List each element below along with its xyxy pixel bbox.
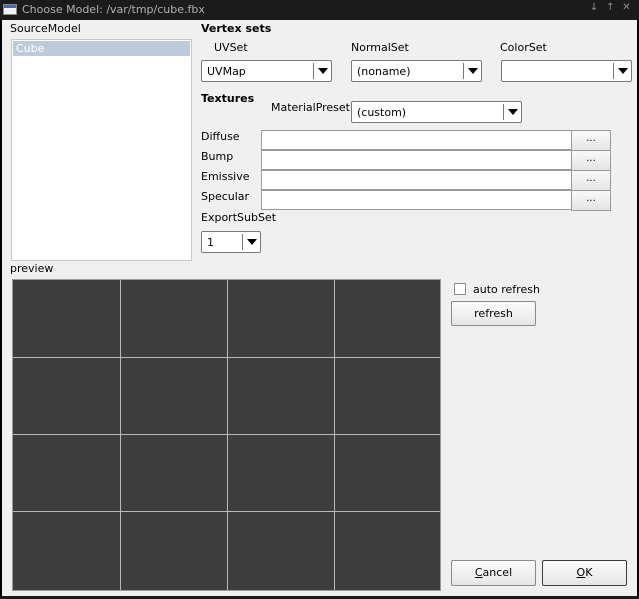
- preview-label: preview: [10, 262, 54, 275]
- list-item-cube[interactable]: Cube: [13, 41, 190, 56]
- maximize-icon[interactable]: ↑: [604, 2, 617, 13]
- chevron-down-icon[interactable]: [313, 63, 331, 79]
- dialog-body: SourceModel Cube Vertex sets UVSet UVMap…: [2, 20, 637, 596]
- vertex-sets-heading: Vertex sets: [201, 22, 272, 35]
- material-preset-value: (custom): [357, 106, 407, 119]
- diffuse-path-input[interactable]: [261, 130, 572, 150]
- auto-refresh-checkbox[interactable]: [454, 283, 466, 295]
- window-title: Choose Model: /var/tmp/cube.fbx: [22, 3, 205, 16]
- export-subset-label: ExportSubSet: [201, 211, 277, 224]
- diffuse-label: Diffuse: [201, 130, 240, 143]
- chevron-down-icon[interactable]: [463, 63, 481, 79]
- chevron-down-icon[interactable]: [242, 234, 260, 250]
- ok-mnemonic: O: [576, 566, 586, 579]
- title-bar[interactable]: Choose Model: /var/tmp/cube.fbx ↓ ↑ ✕: [0, 0, 639, 20]
- export-subset-select[interactable]: 1: [201, 231, 261, 253]
- specular-label: Specular: [201, 190, 250, 203]
- material-preset-label: MaterialPreset: [271, 101, 350, 114]
- normalset-select[interactable]: (noname): [351, 60, 482, 82]
- emissive-browse-button[interactable]: ...: [571, 170, 611, 191]
- normalset-value: (noname): [357, 65, 411, 78]
- bump-label: Bump: [201, 150, 234, 163]
- cancel-button[interactable]: Cancel: [451, 560, 536, 586]
- material-preset-select[interactable]: (custom): [351, 101, 522, 123]
- uvset-label: UVSet: [214, 41, 248, 54]
- emissive-path-input[interactable]: [261, 170, 572, 190]
- export-subset-value: 1: [207, 236, 214, 249]
- app-window-icon: [3, 4, 17, 15]
- chevron-down-icon[interactable]: [503, 104, 521, 120]
- source-model-list[interactable]: Cube: [11, 39, 192, 261]
- colorset-label: ColorSet: [500, 41, 547, 54]
- diffuse-browse-button[interactable]: ...: [571, 130, 611, 151]
- window-controls: ↓ ↑ ✕: [588, 2, 633, 13]
- bump-browse-button[interactable]: ...: [571, 150, 611, 171]
- colorset-select[interactable]: [501, 60, 632, 82]
- cancel-label-rest: ancel: [482, 566, 513, 579]
- emissive-label: Emissive: [201, 170, 250, 183]
- specular-path-input[interactable]: [261, 190, 572, 210]
- bump-path-input[interactable]: [261, 150, 572, 170]
- preview-grid: [13, 280, 440, 590]
- source-model-label: SourceModel: [10, 22, 81, 35]
- preview-viewport[interactable]: [12, 279, 441, 591]
- refresh-button[interactable]: refresh: [451, 301, 536, 326]
- specular-browse-button[interactable]: ...: [571, 190, 611, 211]
- cancel-mnemonic: C: [474, 566, 483, 579]
- uvset-select[interactable]: UVMap: [201, 60, 332, 82]
- ok-label-rest: K: [585, 566, 593, 579]
- minimize-icon[interactable]: ↓: [588, 2, 601, 13]
- chevron-down-icon[interactable]: [613, 63, 631, 79]
- auto-refresh-label[interactable]: auto refresh: [473, 283, 540, 296]
- textures-heading: Textures: [201, 92, 255, 105]
- normalset-label: NormalSet: [351, 41, 409, 54]
- ok-button[interactable]: OK: [542, 560, 627, 586]
- close-icon[interactable]: ✕: [620, 2, 633, 13]
- uvset-value: UVMap: [207, 65, 246, 78]
